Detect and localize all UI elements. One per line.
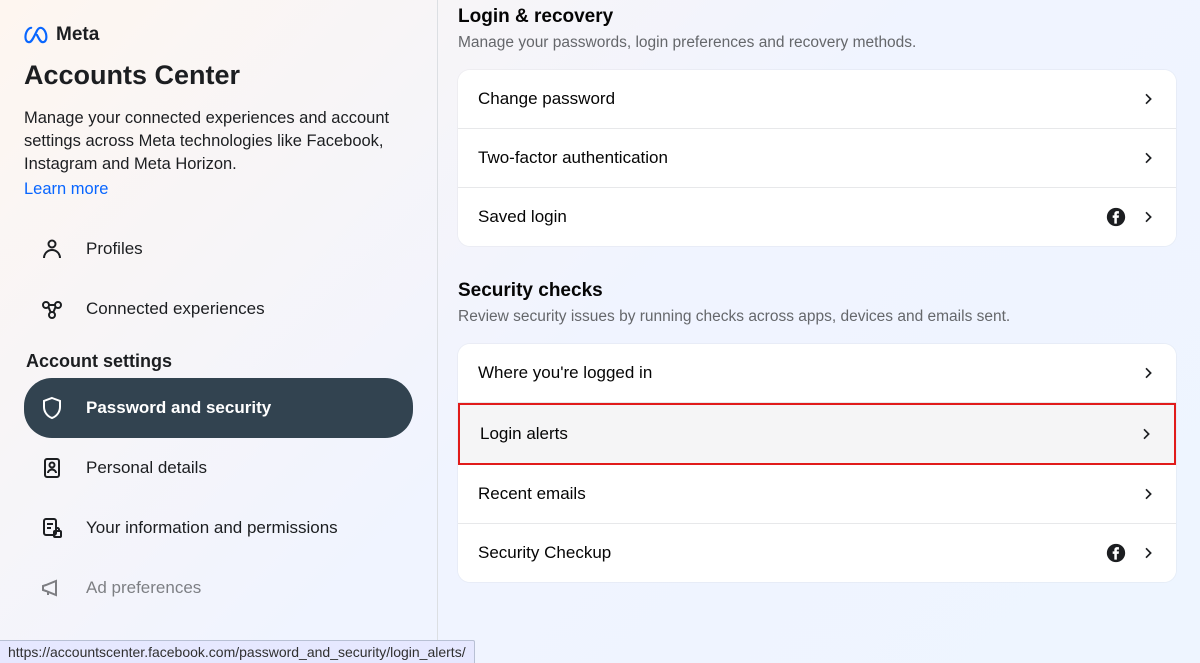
row-where-logged-in[interactable]: Where you're logged in [458, 344, 1176, 403]
page-title: Accounts Center [24, 60, 413, 91]
learn-more-link[interactable]: Learn more [24, 180, 108, 199]
sidebar-item-connected-experiences[interactable]: Connected experiences [24, 279, 413, 339]
sidebar-item-label: Connected experiences [86, 299, 265, 319]
row-label: Login alerts [480, 424, 568, 444]
row-label: Where you're logged in [478, 363, 652, 383]
row-label: Recent emails [478, 484, 586, 504]
section-title-login-recovery: Login & recovery [458, 6, 1176, 28]
chevron-right-icon [1140, 545, 1156, 561]
row-security-checkup[interactable]: Security Checkup [458, 524, 1176, 582]
facebook-icon [1106, 543, 1126, 563]
section-desc-login-recovery: Manage your passwords, login preferences… [458, 34, 1176, 52]
person-icon [40, 237, 64, 261]
sidebar-item-label: Personal details [86, 458, 207, 478]
row-label: Security Checkup [478, 543, 611, 563]
brand-text: Meta [56, 24, 99, 46]
row-login-alerts[interactable]: Login alerts [458, 403, 1176, 465]
sidebar-item-your-information[interactable]: Your information and permissions [24, 498, 413, 558]
meta-logo-icon [24, 26, 50, 44]
sidebar-item-label: Profiles [86, 239, 143, 259]
sidebar-item-label: Your information and permissions [86, 518, 338, 538]
sidebar-item-label: Password and security [86, 398, 271, 418]
chevron-right-icon [1138, 426, 1154, 442]
megaphone-icon [40, 576, 64, 600]
shield-icon [40, 396, 64, 420]
card-group-security-checks: Where you're logged in Login alerts Rece… [458, 344, 1176, 582]
chevron-right-icon [1140, 209, 1156, 225]
row-two-factor[interactable]: Two-factor authentication [458, 129, 1176, 188]
connected-icon [40, 297, 64, 321]
row-saved-login[interactable]: Saved login [458, 188, 1176, 246]
section-desc-security-checks: Review security issues by running checks… [458, 308, 1176, 326]
sidebar: Meta Accounts Center Manage your connect… [0, 0, 438, 663]
page-description: Manage your connected experiences and ac… [24, 107, 413, 176]
brand-row: Meta [24, 24, 413, 46]
id-card-icon [40, 456, 64, 480]
row-label: Change password [478, 89, 615, 109]
row-label: Saved login [478, 207, 567, 227]
chevron-right-icon [1140, 91, 1156, 107]
card-group-login-recovery: Change password Two-factor authenticatio… [458, 70, 1176, 246]
sidebar-item-profiles[interactable]: Profiles [24, 219, 413, 279]
status-bar-url: https://accountscenter.facebook.com/pass… [0, 640, 475, 663]
section-title-security-checks: Security checks [458, 280, 1176, 302]
sidebar-item-ad-preferences[interactable]: Ad preferences [24, 558, 413, 618]
sidebar-item-label: Ad preferences [86, 578, 201, 598]
sidebar-section-label: Account settings [24, 339, 413, 378]
chevron-right-icon [1140, 365, 1156, 381]
document-lock-icon [40, 516, 64, 540]
sidebar-item-password-security[interactable]: Password and security [24, 378, 413, 438]
row-recent-emails[interactable]: Recent emails [458, 465, 1176, 524]
facebook-icon [1106, 207, 1126, 227]
sidebar-item-personal-details[interactable]: Personal details [24, 438, 413, 498]
main-content: Login & recovery Manage your passwords, … [438, 0, 1200, 663]
row-change-password[interactable]: Change password [458, 70, 1176, 129]
chevron-right-icon [1140, 486, 1156, 502]
chevron-right-icon [1140, 150, 1156, 166]
row-label: Two-factor authentication [478, 148, 668, 168]
